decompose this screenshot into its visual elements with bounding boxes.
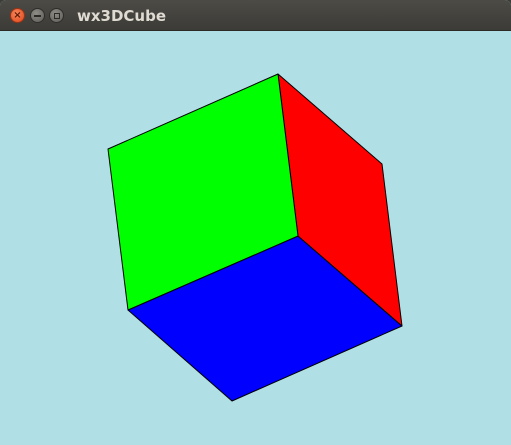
maximize-button[interactable]: [49, 8, 64, 23]
window-title: wx3DCube: [77, 7, 167, 25]
minimize-icon: [34, 14, 41, 17]
close-icon: ×: [13, 9, 22, 21]
cube-drawing: [107, 73, 403, 402]
app-window: × wx3DCube: [0, 0, 511, 445]
close-button[interactable]: ×: [10, 8, 25, 23]
cube-canvas[interactable]: [0, 31, 511, 445]
title-bar[interactable]: × wx3DCube: [0, 0, 511, 31]
minimize-button[interactable]: [30, 8, 45, 23]
maximize-icon: [53, 12, 60, 19]
